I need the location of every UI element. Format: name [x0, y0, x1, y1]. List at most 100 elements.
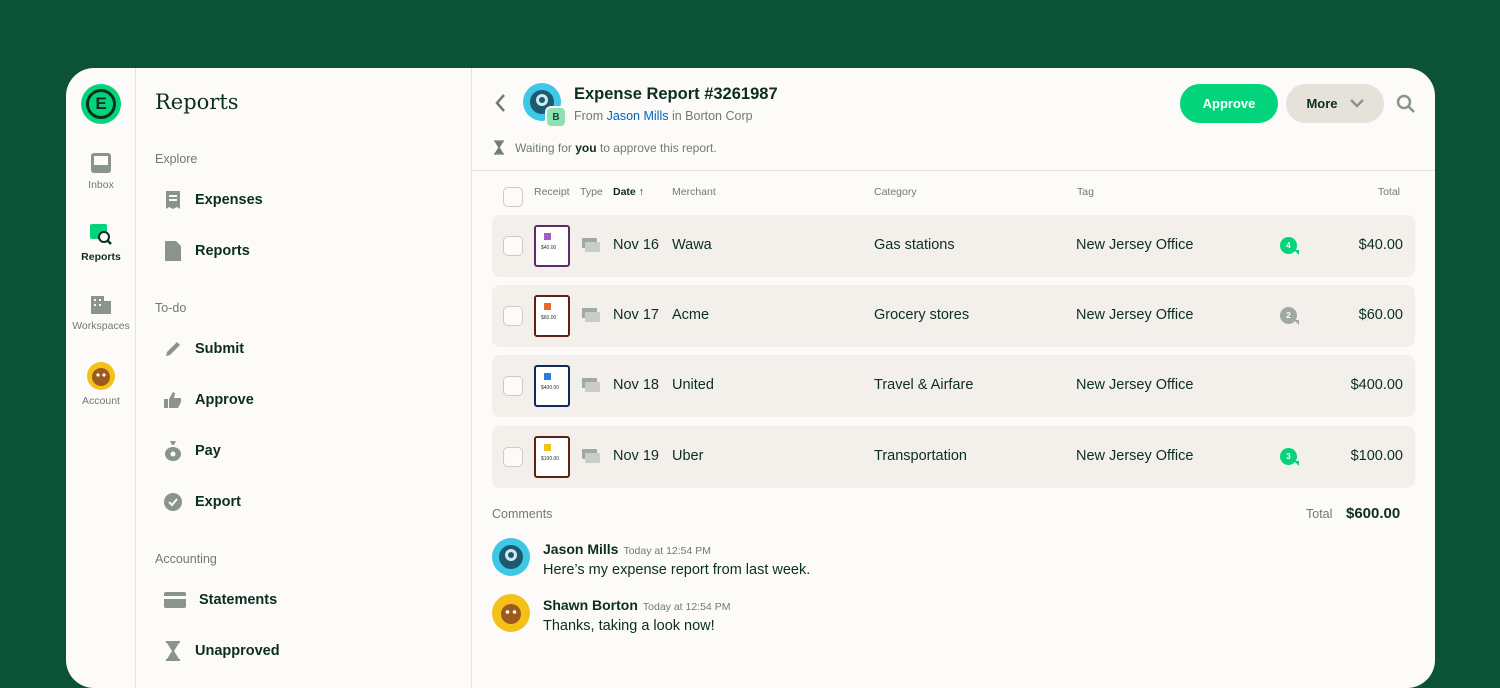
column-type: Type [580, 186, 603, 198]
cash-icon [582, 449, 600, 463]
table-row[interactable]: $100.00 Nov 19 Uber Transportation New J… [492, 426, 1415, 488]
submitter-link[interactable]: Jason Mills [607, 109, 669, 123]
row-total: $40.00 [1358, 237, 1403, 253]
receipt-icon [164, 190, 182, 210]
sidebar-item-label: Pay [195, 443, 221, 459]
column-category: Category [874, 186, 917, 198]
row-date: Nov 18 [613, 377, 659, 393]
sidebar-item-expenses[interactable]: Expenses [164, 190, 263, 210]
select-all-checkbox[interactable] [503, 187, 523, 207]
pencil-icon [164, 339, 182, 359]
nav-reports[interactable]: Reports [66, 222, 136, 263]
row-category: Gas stations [874, 237, 955, 253]
row-total: $100.00 [1350, 448, 1403, 464]
sidebar-item-approve[interactable]: Approve [164, 390, 254, 410]
nav-reports-label: Reports [81, 251, 121, 263]
row-tag: New Jersey Office [1076, 237, 1194, 253]
column-date[interactable]: Date ↑ [613, 186, 644, 198]
section-accounting: Accounting [155, 552, 217, 566]
cash-icon [582, 378, 600, 392]
row-merchant: Wawa [672, 237, 712, 253]
receipt-thumbnail[interactable]: $40.00 [534, 225, 570, 267]
report-subtitle: From Jason Mills in Borton Corp [574, 109, 753, 123]
comment-author: Jason Mills Today at 12:54 PM [543, 541, 711, 557]
report-total-label: Total [1306, 507, 1333, 521]
from-prefix: From [574, 109, 604, 123]
sidebar-item-label: Approve [195, 392, 254, 408]
avatar[interactable] [492, 538, 530, 576]
wait-suffix: to approve this report. [599, 140, 717, 155]
sidebar-title: Reports [155, 90, 239, 114]
approve-button[interactable]: Approve [1180, 84, 1278, 123]
row-tag: New Jersey Office [1076, 448, 1194, 464]
nav-account[interactable]: Account [66, 362, 136, 407]
comments-label: Comments [492, 507, 553, 521]
expensify-logo[interactable]: E [81, 84, 121, 124]
table-row[interactable]: $60.00 Nov 17 Acme Grocery stores New Je… [492, 285, 1415, 347]
table-row[interactable]: $400.00 Nov 18 United Travel & Airfare N… [492, 355, 1415, 417]
column-total: Total [1377, 186, 1400, 198]
row-checkbox[interactable] [503, 376, 523, 396]
receipt-amount: $60.00 [541, 315, 557, 321]
receipt-logo [544, 303, 551, 310]
cash-icon [582, 238, 600, 252]
receipt-thumbnail[interactable]: $100.00 [534, 436, 570, 478]
more-label: More [1306, 96, 1338, 111]
nav-rail: E Inbox Reports Workspaces Account [66, 68, 136, 688]
row-total: $60.00 [1358, 307, 1403, 323]
nav-workspaces[interactable]: Workspaces [66, 293, 136, 332]
nav-account-label: Account [82, 395, 120, 407]
table-row[interactable]: $40.00 Nov 16 Wawa Gas stations New Jers… [492, 215, 1415, 277]
sidebar-item-pay[interactable]: Pay [164, 441, 221, 461]
receipt-logo [544, 233, 551, 240]
receipt-amount: $400.00 [541, 385, 560, 391]
comment-count-icon[interactable]: 2 [1280, 307, 1299, 325]
column-tag: Tag [1077, 186, 1094, 198]
sidebar-item-reports[interactable]: Reports [164, 241, 250, 261]
avatar[interactable] [492, 594, 530, 632]
money-bag-icon [164, 441, 182, 461]
row-date: Nov 16 [613, 237, 659, 253]
comment-author-name: Jason Mills [543, 541, 619, 557]
sidebar-item-label: Unapproved [195, 643, 280, 659]
report-detail: B Expense Report #3261987 From Jason Mil… [472, 68, 1435, 688]
row-date: Nov 19 [613, 448, 659, 464]
section-todo: To-do [155, 301, 187, 315]
building-icon [91, 296, 111, 314]
receipt-thumbnail[interactable]: $400.00 [534, 365, 570, 407]
hourglass-icon [494, 140, 504, 155]
workspace-badge: B [545, 106, 567, 128]
hourglass-icon [164, 641, 182, 661]
row-category: Grocery stores [874, 307, 970, 323]
more-button[interactable]: More [1286, 84, 1384, 123]
reports-sidebar: Reports Explore Expenses Reports To-do S… [136, 68, 472, 688]
row-checkbox[interactable] [503, 447, 523, 467]
wait-prefix: Waiting for [515, 140, 572, 155]
column-merchant: Merchant [672, 186, 716, 198]
check-circle-icon [164, 492, 182, 512]
comment-text: Thanks, taking a look now! [543, 618, 715, 634]
receipt-thumbnail[interactable]: $60.00 [534, 295, 570, 337]
app-window: E Inbox Reports Workspaces Account Repor… [66, 68, 1435, 688]
sidebar-item-statements[interactable]: Statements [164, 590, 277, 610]
nav-inbox[interactable]: Inbox [66, 152, 136, 191]
report-header: B Expense Report #3261987 From Jason Mil… [472, 68, 1435, 171]
comment-time: Today at 12:54 PM [642, 601, 731, 613]
row-checkbox[interactable] [503, 306, 523, 326]
nav-workspaces-label: Workspaces [72, 320, 130, 332]
back-chevron-icon[interactable] [493, 92, 507, 120]
receipt-logo [544, 373, 551, 380]
sidebar-item-submit[interactable]: Submit [164, 339, 244, 359]
sort-arrow-icon: ↑ [638, 186, 644, 198]
sidebar-item-export[interactable]: Export [164, 492, 241, 512]
section-explore: Explore [155, 152, 198, 166]
search-icon[interactable] [1396, 94, 1416, 119]
inbox-icon [91, 153, 111, 173]
row-checkbox[interactable] [503, 236, 523, 256]
sidebar-item-unapproved[interactable]: Unapproved [164, 641, 280, 661]
from-workspace: in Borton Corp [671, 109, 753, 123]
row-category: Transportation [874, 448, 967, 464]
row-total: $400.00 [1350, 377, 1403, 393]
comment-count-icon[interactable]: 4 [1280, 237, 1299, 255]
comment-count-icon[interactable]: 3 [1280, 448, 1299, 466]
